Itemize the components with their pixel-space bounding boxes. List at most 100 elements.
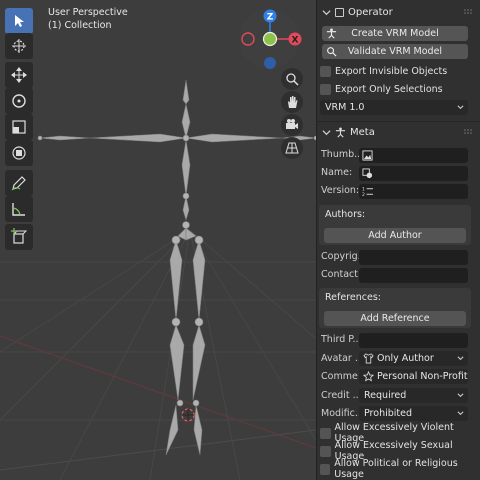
meta-header[interactable]: Meta <box>316 123 480 141</box>
star-icon <box>363 371 374 382</box>
add-author-label: Add Author <box>368 230 422 241</box>
transform-icon <box>12 146 26 160</box>
object-data-icon <box>362 168 373 179</box>
numbered-list-icon: 12 <box>362 187 373 197</box>
allow-political-checkbox[interactable]: Allow Political or Religious Usage <box>320 458 480 480</box>
commercial-usage-value: Personal Non-Profit <box>377 371 468 382</box>
version-label: Version: <box>321 185 359 196</box>
vrm-version-select[interactable]: VRM 1.0 <box>320 100 468 115</box>
checkbox-box[interactable] <box>320 83 331 95</box>
pan-button[interactable] <box>281 91 303 113</box>
add-cube-tool[interactable] <box>5 224 33 250</box>
cursor-arrow-icon <box>15 15 24 27</box>
navigation-gizmo[interactable]: Z X <box>236 6 302 70</box>
svg-text:1: 1 <box>362 187 365 193</box>
operator-header[interactable]: Operator <box>316 3 480 21</box>
allow-violent-checkbox[interactable]: Allow Excessively Violent Usage <box>320 422 480 444</box>
move-tool[interactable] <box>5 62 33 88</box>
chevron-down-icon <box>457 105 464 110</box>
scale-tool[interactable] <box>5 114 33 140</box>
select-box-tool[interactable] <box>5 8 33 34</box>
checkbox-box[interactable] <box>320 65 331 77</box>
operator-title: Operator <box>348 6 393 18</box>
allow-sexual-checkbox[interactable]: Allow Excessively Sexual Usage <box>320 440 480 462</box>
checkbox-box[interactable] <box>320 445 331 457</box>
thumbnail-field[interactable] <box>359 148 468 163</box>
3d-viewport[interactable]: User Perspective (1) Collection Z X <box>0 0 316 480</box>
avatar-permission-value: Only Author <box>377 353 434 364</box>
drag-grip-icon[interactable] <box>464 129 474 135</box>
camera-view-button[interactable] <box>281 114 303 136</box>
validate-vrm-model-button[interactable]: Validate VRM Model <box>322 44 468 59</box>
commercial-usage-label: Comme <box>321 371 358 382</box>
rotate-tool[interactable] <box>5 88 33 114</box>
perspective-toggle-button[interactable] <box>281 137 303 159</box>
scale-icon <box>12 120 26 134</box>
camera-icon <box>286 119 298 129</box>
zoom-button[interactable] <box>281 68 303 90</box>
checkbox-box[interactable] <box>320 427 331 439</box>
transform-tool[interactable] <box>5 140 33 166</box>
meta-title: Meta <box>350 126 375 138</box>
armature-icon <box>335 126 346 137</box>
add-author-button[interactable]: Add Author <box>324 228 466 243</box>
hand-icon <box>288 96 298 108</box>
contact-label: Contact... <box>321 269 359 280</box>
x-axis-label: X <box>292 36 299 46</box>
credit-notation-value: Required <box>364 390 407 401</box>
references-title: References: <box>325 292 381 303</box>
add-reference-button[interactable]: Add Reference <box>324 311 466 326</box>
export-invisible-checkbox[interactable]: Export Invisible Objects <box>320 64 447 78</box>
authors-title: Authors: <box>325 209 366 220</box>
chevron-down-icon <box>457 356 464 361</box>
copyright-field[interactable] <box>359 250 468 265</box>
chevron-down-icon <box>322 9 331 15</box>
add-cube-icon <box>11 228 28 244</box>
validate-vrm-model-label: Validate VRM Model <box>347 46 443 57</box>
name-field[interactable] <box>359 166 468 181</box>
version-field[interactable]: 12 <box>359 184 468 199</box>
rotate-icon <box>12 94 26 108</box>
export-selection-label: Export Only Selections <box>335 83 443 95</box>
modification-label: Modific... <box>321 408 359 419</box>
grid-perspective-icon <box>285 142 299 154</box>
contact-field[interactable] <box>359 268 468 283</box>
pencil-icon <box>11 176 26 191</box>
create-vrm-model-button[interactable]: Create VRM Model <box>322 26 468 41</box>
modification-value: Prohibited <box>364 408 413 419</box>
avatar-permission-select[interactable]: Only Author <box>359 351 468 366</box>
modification-select[interactable]: Prohibited <box>359 406 468 421</box>
crosshair-icon <box>12 39 26 53</box>
commercial-usage-select[interactable]: Personal Non-Profit <box>359 369 468 384</box>
search-icon <box>327 47 337 57</box>
ruler-icon <box>12 203 25 216</box>
create-vrm-model-label: Create VRM Model <box>351 28 439 39</box>
name-label: Name: <box>321 167 353 178</box>
drag-grip-icon[interactable] <box>464 9 474 15</box>
chevron-down-icon <box>457 411 464 416</box>
move-arrows-icon <box>11 67 27 83</box>
checkbox-box[interactable] <box>320 463 331 475</box>
y-axis-handle <box>262 31 278 47</box>
section-divider <box>316 121 480 122</box>
third-party-label: Third P... <box>321 334 359 345</box>
magnifier-icon <box>286 73 299 86</box>
third-party-field[interactable] <box>359 333 468 348</box>
cursor-tool[interactable] <box>5 33 33 59</box>
svg-text:2: 2 <box>362 192 365 197</box>
image-icon <box>362 150 373 161</box>
export-selection-checkbox[interactable]: Export Only Selections <box>320 82 443 96</box>
annotate-tool[interactable] <box>5 170 33 196</box>
measure-tool[interactable] <box>5 196 33 222</box>
add-reference-label: Add Reference <box>360 313 430 324</box>
chevron-down-icon <box>322 129 331 135</box>
armature-skeleton[interactable] <box>0 0 316 480</box>
neg-z-axis-handle <box>264 57 276 69</box>
copyright-label: Copyrig... <box>321 251 359 262</box>
credit-notation-label: Credit ... <box>321 390 359 401</box>
panel-pin-icon <box>335 7 344 17</box>
thumbnail-label: Thumb... <box>321 149 359 160</box>
credit-notation-select[interactable]: Required <box>359 388 468 403</box>
export-invisible-label: Export Invisible Objects <box>335 65 448 77</box>
armature-icon <box>326 28 337 39</box>
